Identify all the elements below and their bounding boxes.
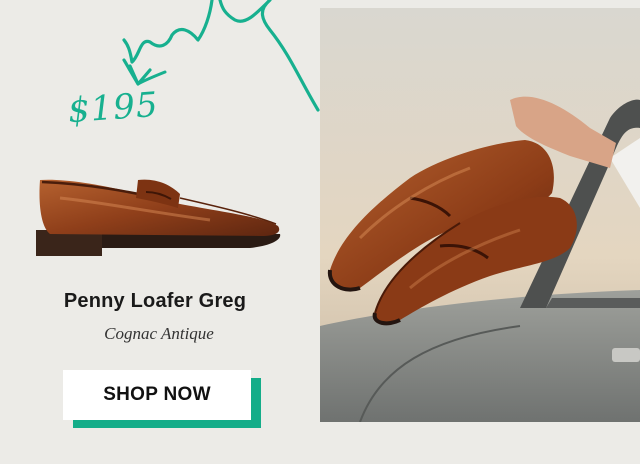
price-tag: $195 bbox=[66, 84, 160, 132]
product-color: Cognac Antique bbox=[104, 324, 214, 343]
product-name: Penny Loafer Greg bbox=[63, 290, 247, 312]
product-shoe-image[interactable] bbox=[30, 168, 285, 263]
shop-now-button[interactable]: SHOP NOW bbox=[63, 370, 251, 420]
scribble-arrow-icon bbox=[122, 0, 320, 112]
lifestyle-photo bbox=[320, 8, 640, 422]
